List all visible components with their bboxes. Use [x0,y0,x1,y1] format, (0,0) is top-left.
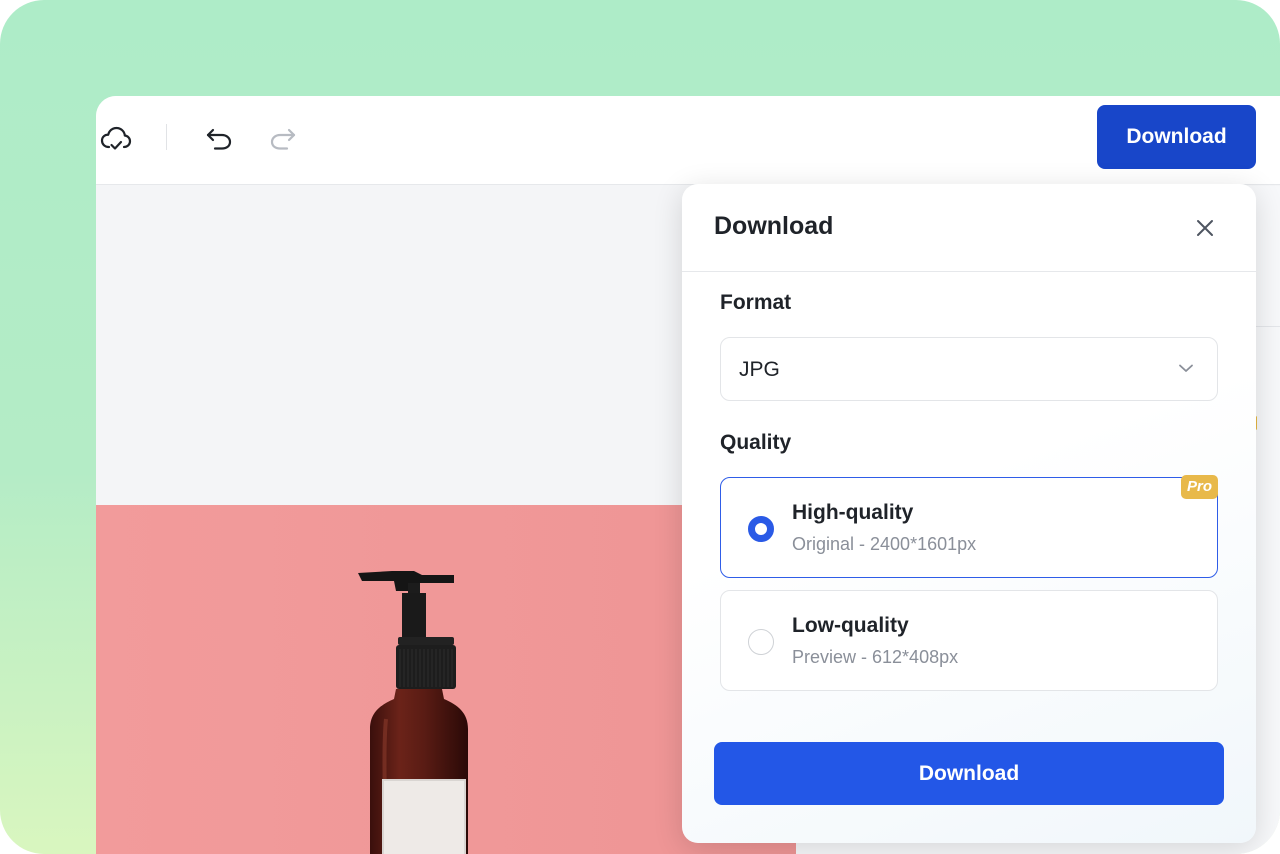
quality-label: Quality [720,431,792,454]
format-select[interactable]: JPG [720,337,1218,401]
toolbar-download-button[interactable]: Download [1097,105,1256,169]
download-button[interactable]: Download [714,742,1224,805]
quality-option-low[interactable]: Low-quality Preview - 612*408px [720,590,1218,691]
undo-icon[interactable] [202,122,236,156]
close-icon[interactable] [1191,214,1219,242]
toolbar: Download [96,96,1280,185]
chevron-down-icon [1177,359,1195,382]
dialog-divider [682,271,1256,272]
cloud-check-icon[interactable] [99,122,133,156]
format-label: Format [720,291,792,314]
option-title: Low-quality [792,614,909,637]
background-frame: Download Download Format JPG Quality Hig… [0,0,1280,854]
radio-high-selected[interactable] [748,516,774,542]
redo-icon[interactable] [266,122,300,156]
option-subtitle: Original - 2400*1601px [792,534,977,554]
quality-option-high[interactable]: High-quality Original - 2400*1601px Pro [720,475,1219,578]
option-subtitle: Preview - 612*408px [792,647,959,667]
product-bottle-image [358,571,468,854]
download-dialog: Download Format JPG Quality High-quality… [682,184,1256,843]
pro-badge: Pro [1181,475,1219,499]
format-value: JPG [739,358,780,381]
toolbar-separator [166,124,167,150]
radio-low-unselected[interactable] [748,629,774,655]
dialog-title: Download [714,212,834,240]
option-title: High-quality [792,501,914,524]
